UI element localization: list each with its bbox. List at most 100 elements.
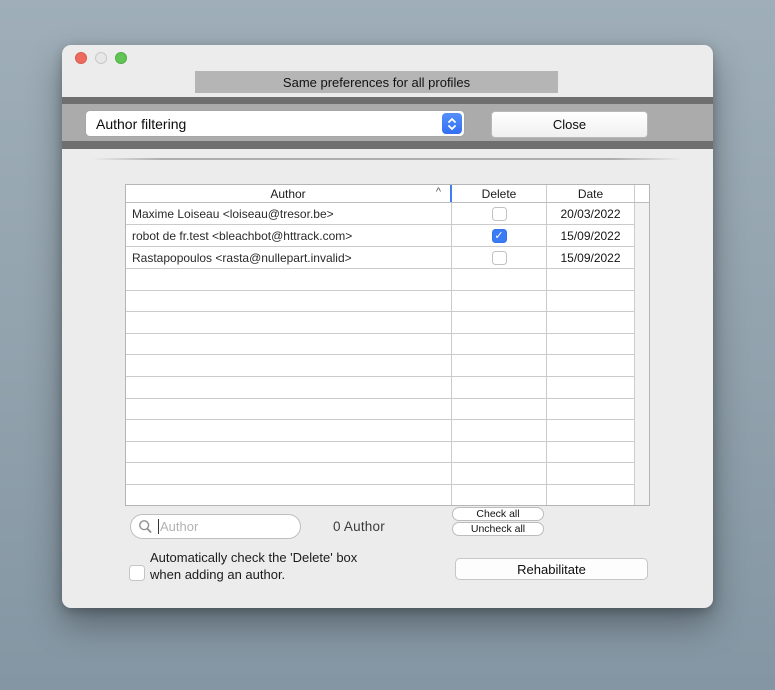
date-cell-empty <box>547 485 635 506</box>
author-filter-table: Author ^ Delete Date Maxime Loiseau <loi… <box>125 184 650 506</box>
delete-cell-empty <box>452 269 547 291</box>
uncheck-all-button[interactable]: Uncheck all <box>452 522 544 536</box>
author-cell-empty <box>126 291 452 313</box>
date-cell: 15/09/2022 <box>547 225 635 247</box>
delete-cell-empty <box>452 312 547 334</box>
up-down-chevrons-icon <box>442 113 462 134</box>
check-all-button[interactable]: Check all <box>452 507 544 521</box>
table-row-empty[interactable] <box>126 312 649 334</box>
delete-cell-empty <box>452 334 547 356</box>
preferences-scope-banner: Same preferences for all profiles <box>195 71 558 93</box>
date-cell-empty <box>547 377 635 399</box>
traffic-lights <box>75 52 127 64</box>
search-input[interactable] <box>160 519 293 534</box>
table-scrollbar-track <box>635 377 649 399</box>
auto-check-delete-checkbox[interactable] <box>129 565 145 581</box>
table-row-empty[interactable] <box>126 399 649 421</box>
table-scrollbar-track <box>635 312 649 334</box>
table-row-empty[interactable] <box>126 291 649 313</box>
auto-check-line-2: when adding an author. <box>150 566 357 583</box>
date-cell-empty <box>547 334 635 356</box>
author-cell-empty <box>126 355 452 377</box>
table-row-empty[interactable] <box>126 485 649 506</box>
date-cell-empty <box>547 420 635 442</box>
column-header-author-label: Author <box>270 187 305 201</box>
table-row-empty[interactable] <box>126 269 649 291</box>
table-scrollbar-track <box>635 291 649 313</box>
separator-top <box>62 97 713 104</box>
author-cell-empty <box>126 442 452 464</box>
close-window-button[interactable] <box>75 52 87 64</box>
delete-cell-empty <box>452 399 547 421</box>
minimize-window-button[interactable] <box>95 52 107 64</box>
preferences-window: Same preferences for all profiles Author… <box>62 45 713 608</box>
author-cell-empty <box>126 485 452 506</box>
table-row-empty[interactable] <box>126 463 649 485</box>
author-cell-empty <box>126 420 452 442</box>
banner-label: Same preferences for all profiles <box>283 75 470 90</box>
table-row-empty[interactable] <box>126 420 649 442</box>
table-row-empty[interactable] <box>126 334 649 356</box>
delete-cell-empty <box>452 377 547 399</box>
column-header-date-label: Date <box>578 187 603 201</box>
delete-checkbox[interactable] <box>492 207 507 221</box>
date-cell: 20/03/2022 <box>547 203 635 225</box>
delete-cell: ✓ <box>452 225 547 247</box>
date-cell-empty <box>547 355 635 377</box>
close-button-label: Close <box>553 117 586 132</box>
table-scrollbar-track <box>635 463 649 485</box>
rehabilitate-button[interactable]: Rehabilitate <box>455 558 648 580</box>
column-header-delete[interactable]: Delete <box>452 185 547 202</box>
zoom-window-button[interactable] <box>115 52 127 64</box>
table-scrollbar-track <box>635 420 649 442</box>
table-scrollbar-track <box>635 247 649 269</box>
auto-check-delete-label: Automatically check the 'Delete' box whe… <box>150 549 357 583</box>
check-icon: ✓ <box>494 229 503 242</box>
close-button[interactable]: Close <box>491 111 648 138</box>
sort-ascending-icon: ^ <box>436 186 441 198</box>
author-cell-empty <box>126 269 452 291</box>
date-cell-empty <box>547 291 635 313</box>
author-cell-empty <box>126 377 452 399</box>
table-row[interactable]: Rastapopoulos <rasta@nullepart.invalid> 1… <box>126 247 649 269</box>
table-header: Author ^ Delete Date <box>126 185 649 203</box>
author-cell-empty <box>126 312 452 334</box>
rehabilitate-label: Rehabilitate <box>517 562 586 577</box>
table-scrollbar-track <box>635 485 649 506</box>
author-search-field[interactable] <box>130 514 301 539</box>
uncheck-all-label: Uncheck all <box>471 523 525 535</box>
table-scrollbar-track <box>635 203 649 225</box>
author-cell: Maxime Loiseau <loiseau@tresor.be> <box>126 203 452 225</box>
table-row-empty[interactable] <box>126 355 649 377</box>
delete-cell-empty <box>452 442 547 464</box>
preferences-section-select[interactable]: Author filtering <box>85 110 465 137</box>
author-cell-empty <box>126 399 452 421</box>
delete-checkbox[interactable] <box>492 251 507 265</box>
separator-bottom <box>62 141 713 149</box>
column-header-author[interactable]: Author ^ <box>126 185 452 202</box>
table-scrollbar-track <box>635 269 649 291</box>
table-row-empty[interactable] <box>126 442 649 464</box>
author-cell-empty <box>126 334 452 356</box>
table-row-empty[interactable] <box>126 377 649 399</box>
author-cell-empty <box>126 463 452 485</box>
table-row[interactable]: Maxime Loiseau <loiseau@tresor.be> 20/03/… <box>126 203 649 225</box>
table-row[interactable]: robot de fr.test <bleachbot@httrack.com>… <box>126 225 649 247</box>
table-scrollbar-track <box>635 334 649 356</box>
column-header-date[interactable]: Date <box>547 185 635 202</box>
table-scrollbar-track <box>635 225 649 247</box>
text-caret <box>158 519 159 534</box>
date-cell-empty <box>547 463 635 485</box>
date-cell-empty <box>547 399 635 421</box>
delete-cell-empty <box>452 291 547 313</box>
delete-cell-empty <box>452 420 547 442</box>
delete-cell <box>452 203 547 225</box>
author-cell: Rastapopoulos <rasta@nullepart.invalid> <box>126 247 452 269</box>
author-cell: robot de fr.test <bleachbot@httrack.com> <box>126 225 452 247</box>
search-icon <box>138 519 153 534</box>
table-scrollbar-track <box>635 355 649 377</box>
delete-checkbox[interactable]: ✓ <box>492 229 507 243</box>
check-all-label: Check all <box>476 508 519 520</box>
date-cell-empty <box>547 442 635 464</box>
date-cell: 15/09/2022 <box>547 247 635 269</box>
